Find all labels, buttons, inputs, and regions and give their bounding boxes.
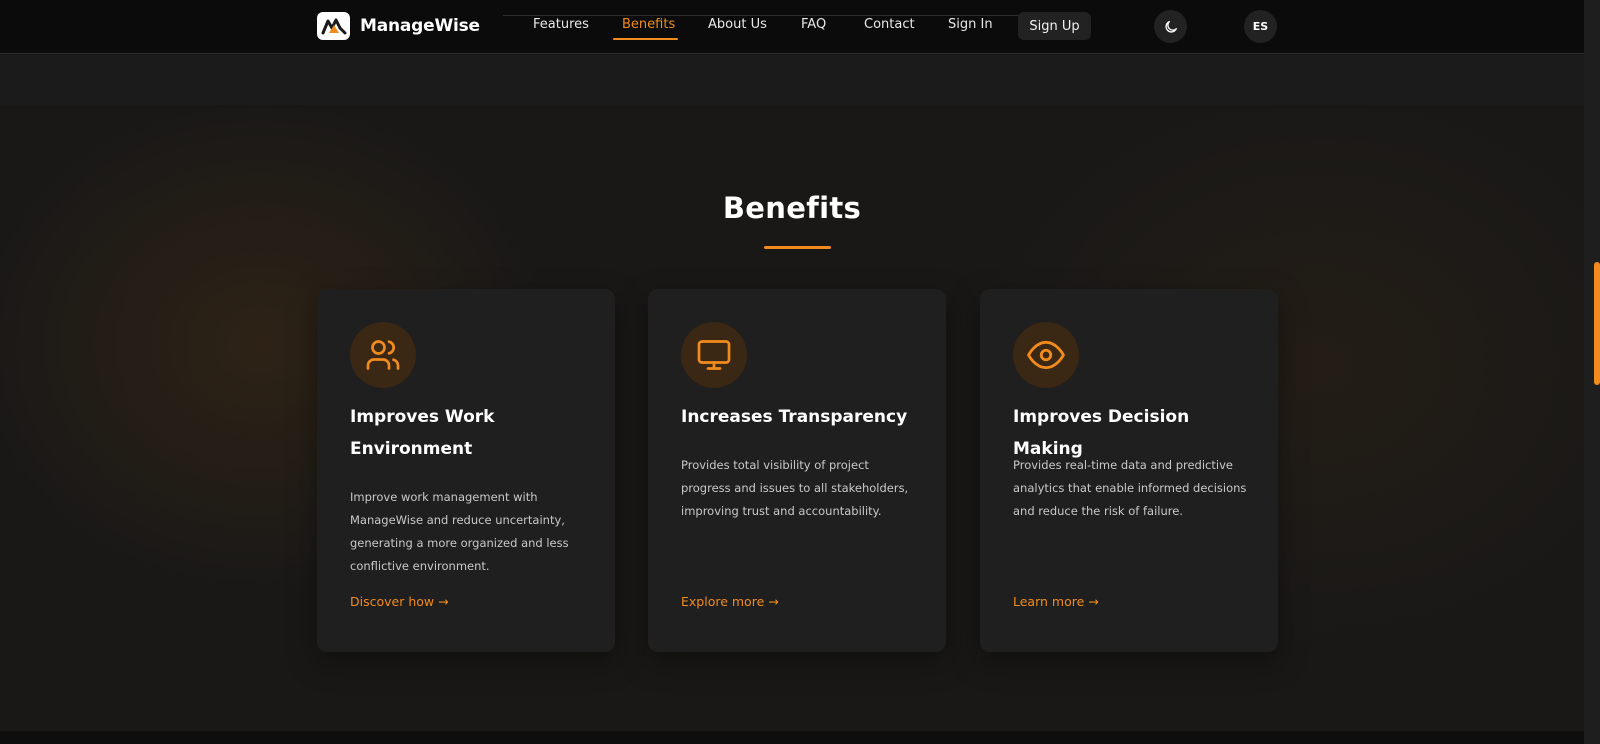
nav-sign-in[interactable]: Sign In xyxy=(948,17,993,32)
users-icon xyxy=(350,322,416,388)
nav-contact[interactable]: Contact xyxy=(864,17,915,32)
monitor-icon xyxy=(681,322,747,388)
eye-icon xyxy=(1013,322,1079,388)
title-underline xyxy=(764,246,831,249)
card-title: Increases Transparency xyxy=(681,407,908,427)
card-title: Improves Work Environment xyxy=(350,407,495,459)
top-navbar: ManageWise Features Benefits About Us FA… xyxy=(0,0,1584,54)
benefit-card-work-environment: Improves Work Environment Improve work m… xyxy=(317,289,615,652)
nav-active-indicator xyxy=(613,38,678,40)
section-top-band xyxy=(0,55,1584,105)
brand-logo[interactable]: ManageWise xyxy=(317,12,480,40)
learn-more-link[interactable]: Learn more → xyxy=(1013,594,1099,609)
card-description: Provides total visibility of project pro… xyxy=(681,458,909,518)
explore-more-link[interactable]: Explore more → xyxy=(681,594,779,609)
card-description: Provides real-time data and predictive a… xyxy=(1013,458,1247,518)
discover-how-link[interactable]: Discover how → xyxy=(350,594,449,609)
footer-edge xyxy=(0,731,1584,744)
sign-up-button[interactable]: Sign Up xyxy=(1018,12,1091,40)
nav-faq[interactable]: FAQ xyxy=(801,17,826,32)
nav-features[interactable]: Features xyxy=(533,17,589,32)
card-description: Improve work management with ManageWise … xyxy=(350,490,569,573)
logo-mark-icon xyxy=(317,12,350,40)
language-button[interactable]: ES xyxy=(1244,10,1277,43)
section-title: Benefits xyxy=(722,191,862,225)
nav-benefits[interactable]: Benefits xyxy=(622,17,675,32)
benefit-card-decision-making: Improves Decision Making Provides real-t… xyxy=(980,289,1278,652)
scrollbar-thumb[interactable] xyxy=(1594,262,1600,385)
nav-divider xyxy=(503,15,1051,16)
moon-icon xyxy=(1164,20,1177,33)
page: ManageWise Features Benefits About Us FA… xyxy=(0,0,1600,744)
brand-name: ManageWise xyxy=(360,16,480,36)
nav-about-us[interactable]: About Us xyxy=(708,17,767,32)
benefit-card-transparency: Increases Transparency Provides total vi… xyxy=(648,289,946,652)
theme-toggle-button[interactable] xyxy=(1154,10,1187,43)
